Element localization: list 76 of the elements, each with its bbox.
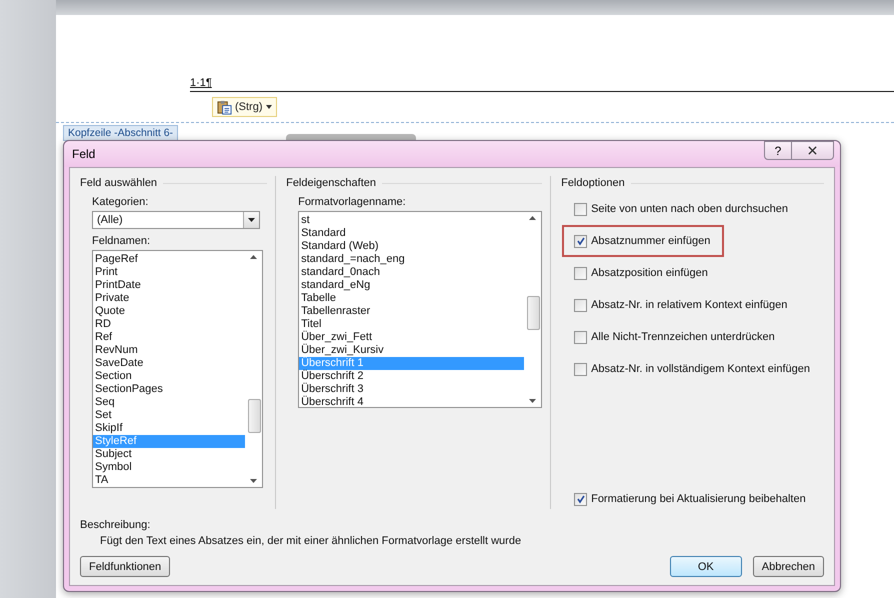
list-item[interactable]: SaveDate [93, 357, 245, 370]
list-item[interactable]: Private [93, 292, 245, 305]
list-item[interactable]: Set [93, 409, 245, 422]
option-label: Absatz-Nr. in relativem Kontext einfügen [591, 299, 788, 311]
caret-icon [266, 105, 272, 109]
list-item[interactable]: Ref [93, 331, 245, 344]
checkmark-icon [576, 236, 586, 246]
list-item[interactable]: standard_=nach_eng [299, 253, 524, 266]
scroll-up-icon [529, 216, 536, 220]
header-text: 1·1¶ [190, 77, 212, 89]
checkbox[interactable] [574, 266, 588, 280]
checkbox[interactable] [574, 298, 588, 312]
list-item[interactable]: Symbol [93, 461, 245, 474]
ok-button[interactable]: OK [670, 556, 742, 577]
list-item[interactable]: Überschrift 3 [299, 383, 524, 396]
paste-options-button[interactable]: (Strg) [212, 97, 276, 117]
scrollbar-thumb[interactable] [526, 296, 540, 330]
close-icon [808, 146, 817, 155]
category-dropdown[interactable]: (Alle) [92, 211, 260, 229]
list-item[interactable]: standard_0nach [299, 266, 524, 279]
list-item[interactable]: SkipIf [93, 422, 245, 435]
help-button[interactable]: ? [764, 141, 792, 160]
list-item[interactable]: Standard [299, 227, 524, 240]
list-item[interactable]: Seq [93, 396, 245, 409]
option-label: Absatznummer einfügen [591, 235, 710, 247]
list-item[interactable]: Quote [93, 305, 245, 318]
option-label: Absatz-Nr. in vollständigem Kontext einfügen [591, 363, 810, 375]
list-item[interactable]: Section [93, 370, 245, 383]
group-title: Feldoptionen [561, 177, 625, 189]
list-item[interactable]: PageRef [93, 253, 245, 266]
list-item[interactable]: Standard (Web) [299, 240, 524, 253]
field-label: Formatvorlagenname: [298, 196, 407, 208]
list-item[interactable]: st [299, 214, 524, 227]
field-codes-button[interactable]: Feldfunktionen [80, 556, 170, 577]
option-label: Alle Nicht-Trennzeichen unterdrücken [591, 331, 775, 343]
option-label: Absatzposition einfügen [591, 267, 708, 279]
close-button[interactable] [792, 141, 834, 160]
list-box[interactable]: PageRef Print PrintDate Private Quote RD Ref RevNum SaveDate Section SectionPages Seq Set SkipIf StyleRef Subject Symbol TA [92, 250, 263, 488]
clipboard-icon [217, 100, 232, 114]
list-item[interactable]: Überschrift 2 [299, 370, 524, 383]
cancel-button[interactable]: Abbrechen [752, 556, 824, 577]
option-label: Formatierung bei Aktualisierung beibehalten [591, 493, 806, 505]
list-item[interactable]: Über_zwi_Kursiv [299, 344, 524, 357]
description-label: Beschreibung: [80, 519, 152, 531]
list-item[interactable]: PrintDate [93, 279, 245, 292]
list-item[interactable]: Print [93, 266, 245, 279]
scroll-down-icon [250, 479, 257, 483]
checkbox[interactable] [574, 492, 588, 506]
checkbox[interactable] [574, 234, 588, 248]
list-box[interactable]: st Standard Standard (Web) standard_=nach_eng standard_0nach standard_eNg Tabelle Tabellenraster Titel Über_zwi_Fett Über_zwi_Kursiv Überschrift 1 Überschrift 2 Überschrift 3 Überschrift 4 [298, 211, 542, 408]
checkbox[interactable] [574, 202, 588, 216]
list-item[interactable]: TA [93, 474, 245, 487]
list-item[interactable]: RevNum [93, 344, 245, 357]
list-item[interactable]: SectionPages [93, 383, 245, 396]
list-item[interactable]: Über_zwi_Fett [299, 331, 524, 344]
checkbox[interactable] [574, 362, 588, 376]
caret-icon [248, 218, 255, 222]
list-item[interactable]: Tabellenraster [299, 305, 524, 318]
list-item[interactable]: Titel [299, 318, 524, 331]
checkmark-icon [576, 494, 586, 504]
scroll-up-icon [250, 255, 257, 259]
option-label: Seite von unten nach oben durchsuchen [591, 203, 788, 215]
field-label: Kategorien: [92, 196, 150, 208]
description-text: Fügt den Text eines Absatzes ein, der mit einer ähnlichen Formatvorlage erstellt wurde [100, 535, 522, 547]
scroll-down-icon [529, 399, 536, 403]
list-item[interactable]: Subject [93, 448, 245, 461]
group-title: Feld auswählen [80, 177, 158, 189]
dialog-title: Feld [72, 147, 96, 161]
group-title: Feldeigenschaften [286, 177, 376, 189]
list-item[interactable]: Tabelle [299, 292, 524, 305]
list-item[interactable]: Überschrift 4 [299, 396, 524, 409]
checkbox[interactable] [574, 330, 588, 344]
field-label: Feldnamen: [92, 235, 152, 247]
scrollbar-thumb[interactable] [248, 399, 260, 433]
list-item[interactable]: RD [93, 318, 245, 331]
list-item[interactable]: standard_eNg [299, 279, 524, 292]
